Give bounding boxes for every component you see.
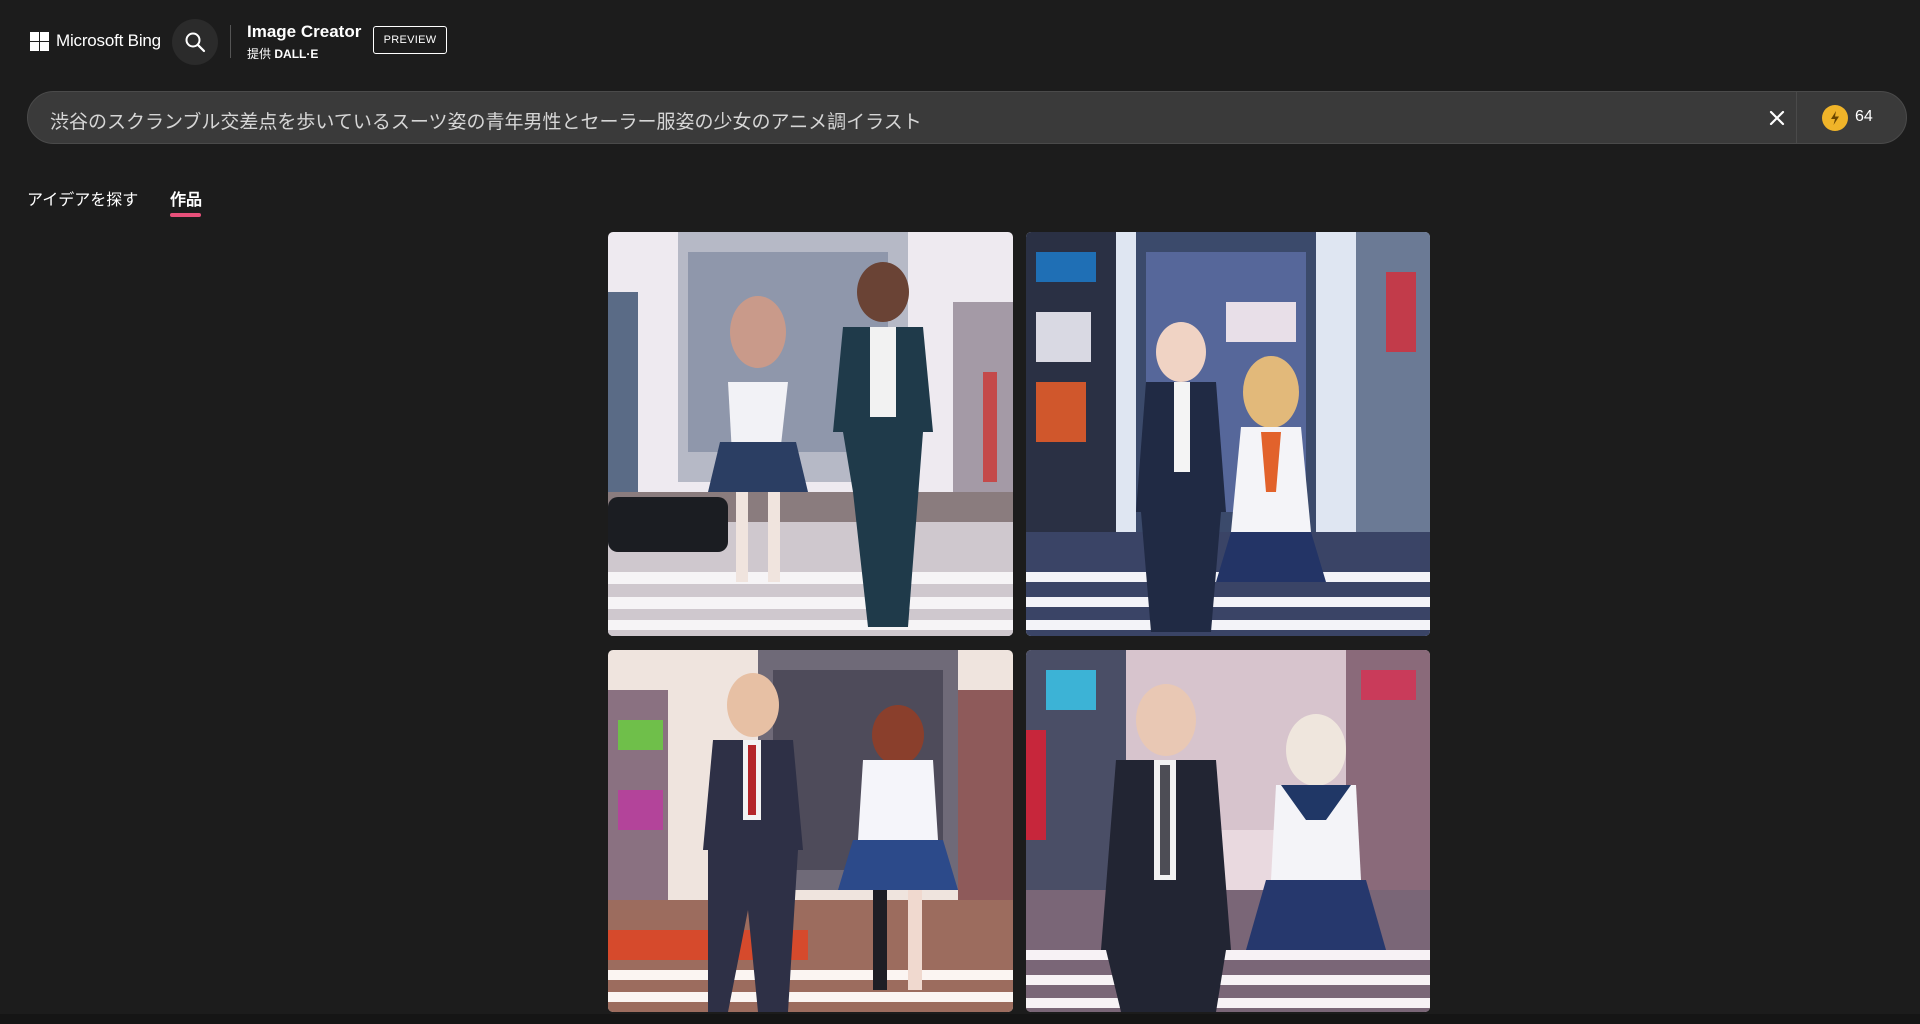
tab-explore-ideas[interactable]: アイデアを探す <box>27 186 138 210</box>
search-button[interactable] <box>172 19 218 65</box>
close-icon <box>1769 110 1785 126</box>
clear-prompt-button[interactable] <box>1764 105 1790 131</box>
generated-image-3[interactable] <box>608 650 1013 1012</box>
generated-image-4[interactable] <box>1026 650 1430 1012</box>
header-divider <box>230 25 231 58</box>
preview-badge: PREVIEW <box>373 26 447 54</box>
lightning-coin-icon[interactable] <box>1822 105 1848 131</box>
windows-logo-icon <box>30 31 49 51</box>
brand-name: Microsoft Bing <box>56 31 161 50</box>
generated-image-2[interactable] <box>1026 232 1430 636</box>
boost-count: 64 <box>1855 108 1873 125</box>
app-title[interactable]: Image Creator <box>247 22 361 42</box>
prompt-bar-separator <box>1796 92 1797 143</box>
subtitle-prefix: 提供 <box>247 47 272 61</box>
generated-image-1[interactable] <box>608 232 1013 636</box>
prompt-bar[interactable]: 渋谷のスクランブル交差点を歩いているスーツ姿の青年男性とセーラー服姿の少女のアニ… <box>27 91 1907 144</box>
microsoft-bing-logo[interactable]: Microsoft Bing <box>30 31 161 51</box>
bottom-edge <box>0 1014 1920 1024</box>
subtitle-model: DALL·E <box>274 47 319 61</box>
top-header: Microsoft Bing Image Creator 提供 DALL·E P… <box>0 0 1920 84</box>
app-subtitle: 提供 DALL·E <box>247 45 318 62</box>
prompt-input[interactable]: 渋谷のスクランブル交差点を歩いているスーツ姿の青年男性とセーラー服姿の少女のアニ… <box>50 107 922 134</box>
search-icon <box>185 32 206 53</box>
active-tab-indicator <box>170 213 201 217</box>
tab-creations[interactable]: 作品 <box>170 186 202 210</box>
